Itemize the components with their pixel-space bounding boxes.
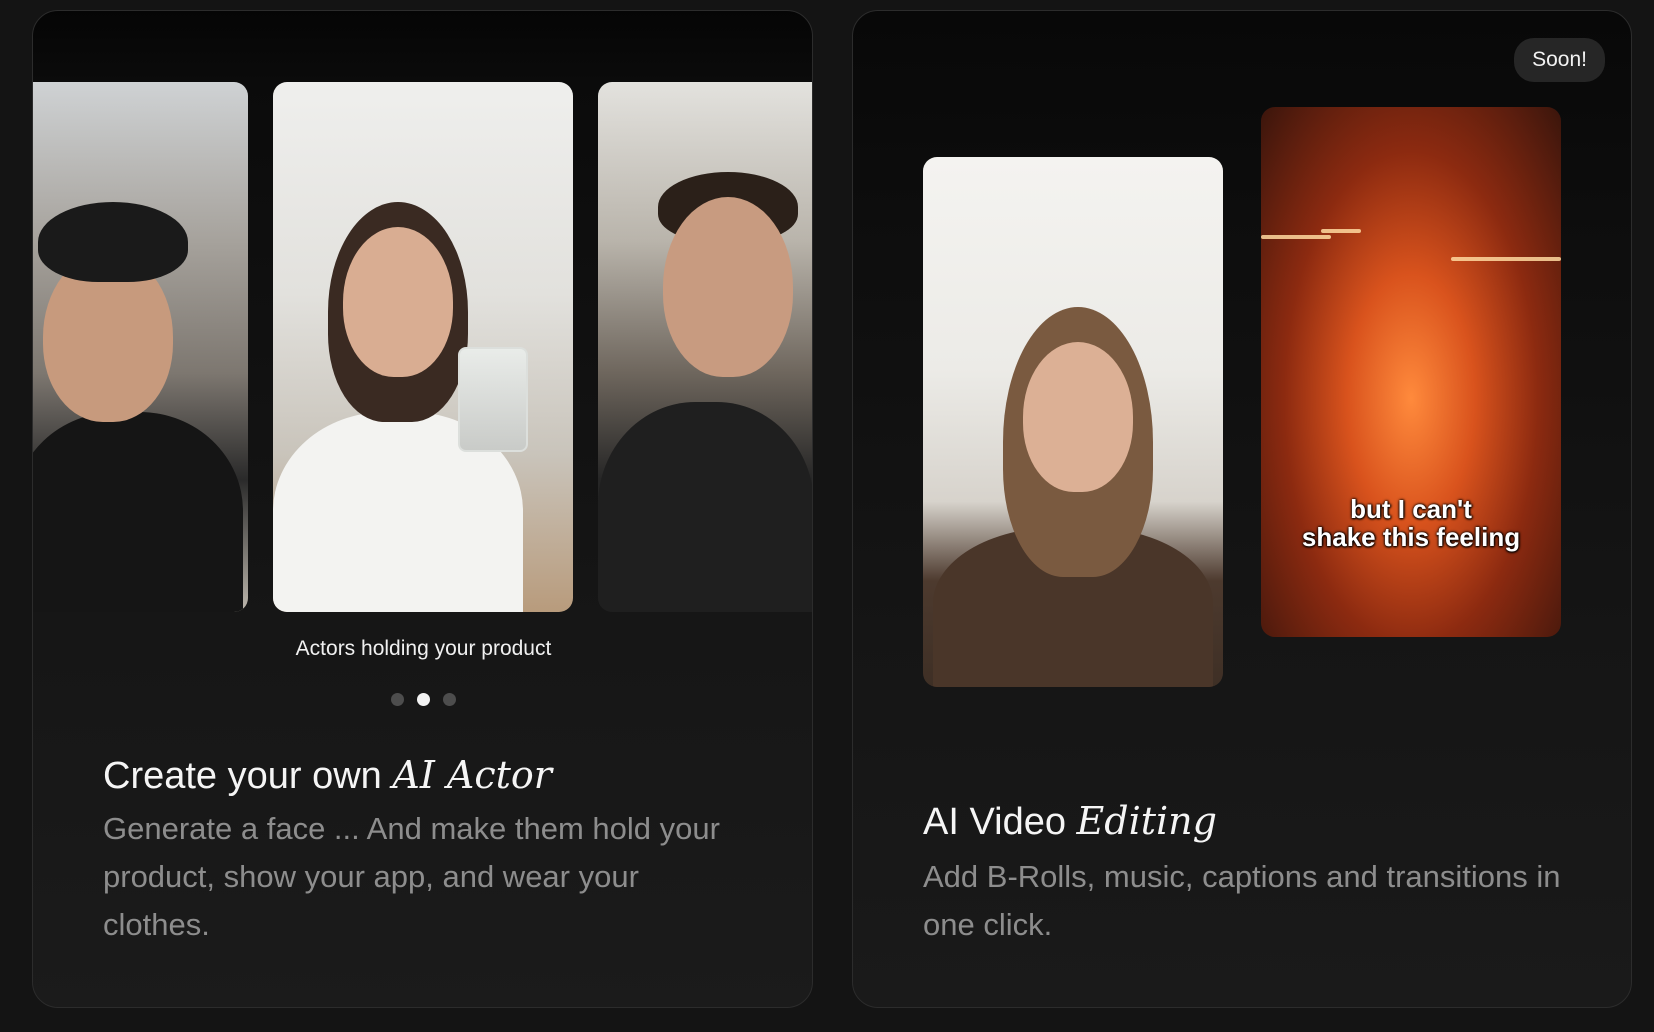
actor-photo-woman-perfume[interactable] — [273, 82, 573, 612]
title-prefix: AI Video — [923, 801, 1077, 843]
actor-cap — [38, 202, 188, 282]
actor-photo-man-cap[interactable] — [33, 82, 248, 612]
actor-body — [33, 412, 243, 612]
actor-body — [598, 402, 812, 612]
fire-streak — [1321, 229, 1361, 233]
video-caption-overlay: but I can't shake this feeling — [1261, 495, 1561, 551]
actor-head — [1023, 342, 1133, 492]
ai-actor-card: Actors holding your product Create your … — [32, 10, 813, 1008]
fire-streak — [1261, 235, 1331, 239]
title-emphasis: AI Actor — [392, 753, 552, 797]
title-prefix: Create your own — [103, 755, 393, 797]
title-emphasis: Editing — [1076, 799, 1217, 843]
carousel-dots — [33, 693, 812, 706]
perfume-bottle — [458, 347, 528, 452]
fire-streak — [1451, 257, 1561, 261]
actor-head — [343, 227, 453, 377]
soon-badge: Soon! — [1514, 38, 1605, 82]
card-description: Generate a face ... And make them hold y… — [103, 811, 720, 942]
ai-video-editing-card: Soon! but I can't shake this feeling AI … — [852, 10, 1632, 1008]
caption-line-2: shake this feeling — [1301, 522, 1521, 552]
editing-broll-fire[interactable]: but I can't shake this feeling — [1261, 107, 1561, 637]
carousel-caption: Actors holding your product — [295, 637, 552, 660]
card-title: Create your own AI Actor — [103, 753, 552, 798]
card-title: AI Video Editing — [923, 799, 1217, 844]
editing-photo-woman[interactable] — [923, 157, 1223, 687]
carousel-dot-active[interactable] — [417, 693, 430, 706]
actor-head — [663, 197, 793, 377]
carousel-dot[interactable] — [443, 693, 456, 706]
caption-line-1: but I can't — [1350, 494, 1472, 524]
actor-photo-man-tshirt[interactable] — [598, 82, 812, 612]
carousel-dot[interactable] — [391, 693, 404, 706]
card-description: Add B-Rolls, music, captions and transit… — [923, 859, 1561, 942]
